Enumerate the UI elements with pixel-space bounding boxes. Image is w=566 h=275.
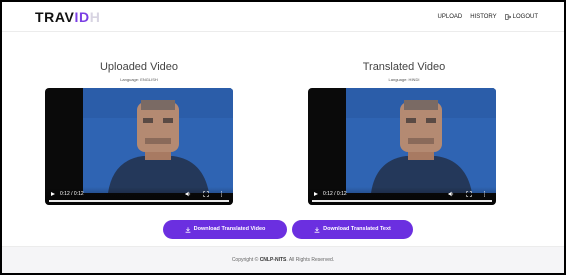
video-progress-bar[interactable] <box>49 200 229 202</box>
nav-history-link[interactable]: HISTORY <box>470 13 496 21</box>
nav-links: UPLOAD HISTORY LOGOUT <box>438 13 538 21</box>
logo-text-main: TRAV <box>35 9 75 25</box>
top-navbar: TRAVIDH UPLOAD HISTORY LOGOUT <box>2 2 564 32</box>
video-frame <box>83 88 233 193</box>
panel-language: Language: ENGLISH <box>120 77 158 82</box>
logo-text-ghost: H <box>89 9 101 25</box>
more-vertical-icon[interactable] <box>483 191 486 197</box>
footer-suffix: . All Rights Reserved. <box>286 257 335 263</box>
more-vertical-icon[interactable] <box>220 191 223 197</box>
person-image <box>346 88 496 193</box>
page-footer: Copyright © CNLP-NITS. All Rights Reserv… <box>2 246 564 273</box>
nav-logout-link[interactable]: LOGOUT <box>504 13 538 21</box>
logout-icon <box>504 14 511 20</box>
download-text-label: Download Translated Text <box>323 226 391 232</box>
app-window: TRAVIDH UPLOAD HISTORY LOGOUT Uploaded V… <box>2 2 564 273</box>
logo-text-accent: ID <box>74 9 90 25</box>
play-icon[interactable] <box>51 192 55 196</box>
uploaded-video-player[interactable]: 0:12 / 0:12 <box>45 88 233 205</box>
translated-video-player[interactable]: 0:12 / 0:12 <box>308 88 496 205</box>
volume-icon[interactable] <box>448 191 454 197</box>
video-controls: 0:12 / 0:12 <box>308 187 496 205</box>
panel-language: Language: HINDI <box>388 77 420 82</box>
logout-label: LOGOUT <box>512 14 538 20</box>
download-video-label: Download Translated Video <box>193 226 266 232</box>
main-content: Uploaded Video Language: ENGLISH 0:12 / … <box>2 33 564 246</box>
video-frame <box>346 88 496 193</box>
video-progress-bar[interactable] <box>312 200 492 202</box>
panel-title: Translated Video <box>362 61 446 73</box>
download-translated-text-button[interactable]: Download Translated Text <box>292 220 413 239</box>
video-time: 0:12 / 0:12 <box>60 191 84 197</box>
person-image <box>83 88 233 193</box>
panel-title: Uploaded Video <box>99 61 179 73</box>
download-icon <box>314 226 320 233</box>
volume-icon[interactable] <box>185 191 191 197</box>
video-controls: 0:12 / 0:12 <box>45 187 233 205</box>
app-logo[interactable]: TRAVIDH <box>35 9 100 25</box>
download-icon <box>185 226 191 233</box>
footer-prefix: Copyright © <box>231 257 259 263</box>
video-time: 0:12 / 0:12 <box>323 191 347 197</box>
fullscreen-icon[interactable] <box>203 191 209 197</box>
nav-upload-link[interactable]: UPLOAD <box>438 13 463 21</box>
download-translated-video-button[interactable]: Download Translated Video <box>163 220 287 239</box>
fullscreen-icon[interactable] <box>466 191 472 197</box>
play-icon[interactable] <box>314 192 318 196</box>
footer-brand: CNLP-NITS <box>259 257 287 263</box>
